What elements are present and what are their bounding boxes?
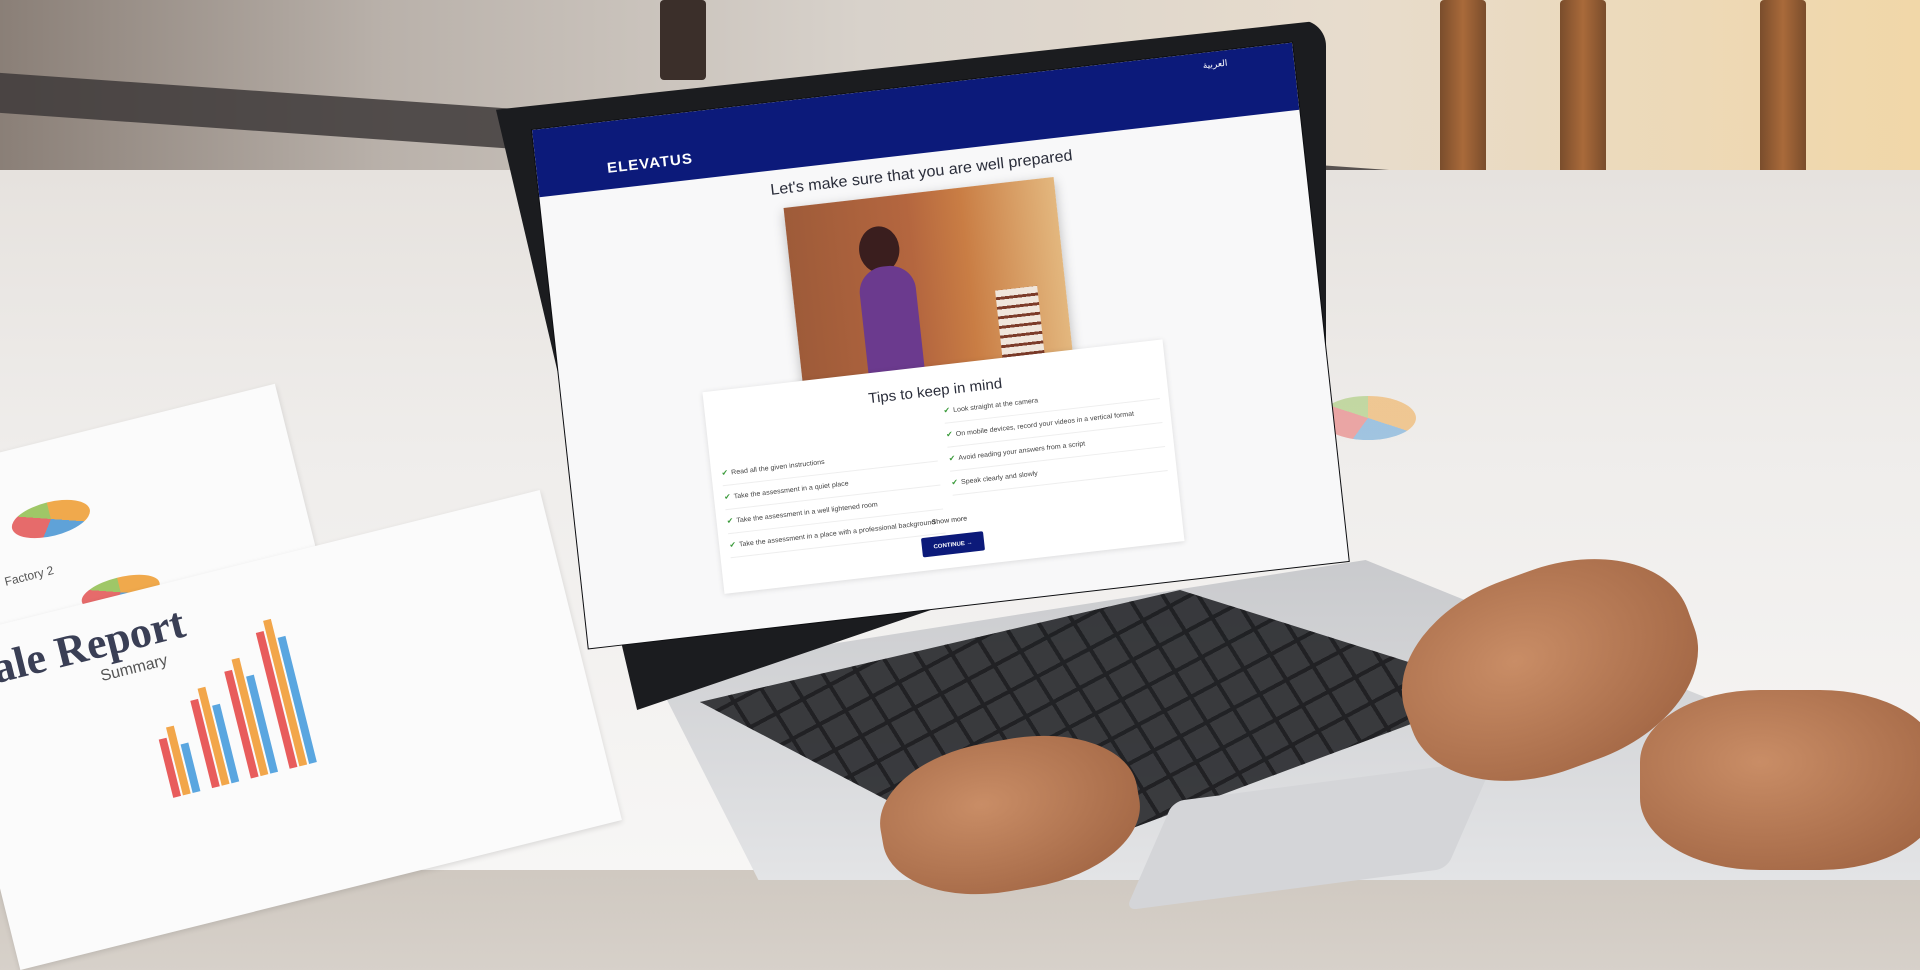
elevatus-logo[interactable]: ELEVATUS: [606, 150, 694, 176]
laptop-screen: ELEVATUS العربية Let's make sure that yo…: [532, 42, 1349, 649]
check-icon: ✔: [945, 429, 954, 440]
wooden-post: [660, 0, 706, 80]
language-switch-link[interactable]: العربية: [1202, 58, 1228, 71]
check-icon: ✔: [950, 477, 959, 488]
person-body: [857, 263, 926, 383]
right-arm: [1640, 690, 1920, 870]
tips-card: Tips to keep in mind ✔ Read all the given…: [702, 339, 1185, 594]
check-icon: ✔: [726, 516, 734, 526]
check-icon: ✔: [942, 405, 951, 416]
check-icon: ✔: [723, 492, 732, 502]
factory-label: Factory 2: [3, 563, 56, 589]
pie-chart-icon: [7, 492, 94, 546]
check-icon: ✔: [948, 453, 956, 464]
check-icon: ✔: [720, 468, 729, 478]
